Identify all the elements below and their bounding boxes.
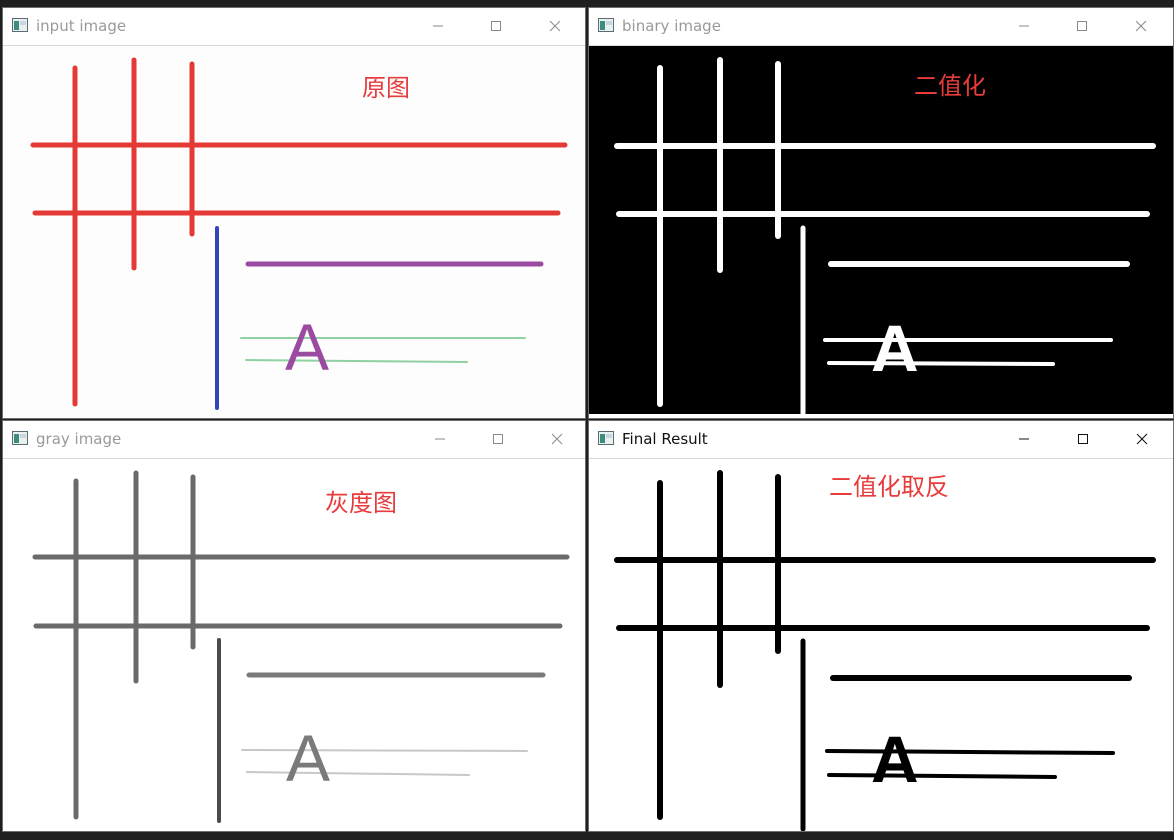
maximize-button[interactable] xyxy=(1059,8,1105,44)
app-icon xyxy=(12,18,28,32)
window-title: binary image xyxy=(622,17,721,35)
window-binary-image[interactable]: binary image A 二值化 xyxy=(588,7,1174,419)
window-title: Final Result xyxy=(622,430,708,448)
app-icon xyxy=(598,18,614,32)
titlebar[interactable]: input image xyxy=(3,8,585,46)
final-letter-glyph: A xyxy=(871,722,919,796)
final-result-drawing: A xyxy=(614,470,1156,831)
app-icon xyxy=(598,431,614,445)
image-canvas: A 灰度图 xyxy=(3,459,585,831)
window-title: input image xyxy=(36,17,127,35)
maximize-button[interactable] xyxy=(1060,421,1106,457)
minimize-icon xyxy=(1019,438,1029,440)
annotation-label: 二值化取反 xyxy=(829,473,949,501)
close-icon xyxy=(551,433,563,445)
maximize-icon xyxy=(1077,21,1087,31)
titlebar[interactable]: binary image xyxy=(589,8,1173,46)
maximize-icon xyxy=(491,21,501,31)
minimize-button[interactable] xyxy=(1001,8,1047,44)
minimize-icon xyxy=(435,438,445,440)
image-canvas: A 二值化 xyxy=(589,46,1173,418)
minimize-button[interactable] xyxy=(417,421,463,457)
close-button[interactable] xyxy=(532,8,578,44)
close-button[interactable] xyxy=(1118,8,1164,44)
image-canvas: A 原图 xyxy=(3,46,585,418)
close-icon xyxy=(1135,20,1147,32)
binary-image-drawing: A xyxy=(589,57,1173,418)
gray-letter-glyph: A xyxy=(286,721,330,795)
close-button[interactable] xyxy=(1119,421,1165,457)
minimize-icon xyxy=(433,25,443,27)
minimize-button[interactable] xyxy=(415,8,461,44)
binary-letter-glyph: A xyxy=(871,311,919,385)
window-final-result[interactable]: Final Result A 二值化取反 xyxy=(588,420,1174,832)
maximize-button[interactable] xyxy=(475,421,521,457)
close-button[interactable] xyxy=(534,421,580,457)
maximize-icon xyxy=(493,434,503,444)
app-icon xyxy=(12,431,28,445)
maximize-icon xyxy=(1078,434,1088,444)
image-canvas: A 二值化取反 xyxy=(589,459,1173,831)
annotation-label: 原图 xyxy=(362,74,410,102)
gray-image-drawing: A xyxy=(32,470,570,823)
input-image-drawing: A xyxy=(30,57,568,410)
annotation-label: 二值化 xyxy=(914,72,986,100)
input-letter-glyph: A xyxy=(285,310,329,384)
desktop: input image A 原图 binary image A 二值化 gray… xyxy=(0,0,1174,840)
close-icon xyxy=(1136,433,1148,445)
titlebar[interactable]: gray image xyxy=(3,421,585,459)
maximize-button[interactable] xyxy=(473,8,519,44)
titlebar[interactable]: Final Result xyxy=(589,421,1173,459)
window-input-image[interactable]: input image A 原图 xyxy=(2,7,586,419)
window-title: gray image xyxy=(36,430,122,448)
minimize-icon xyxy=(1019,25,1029,27)
window-gray-image[interactable]: gray image A 灰度图 xyxy=(2,420,586,832)
annotation-label: 灰度图 xyxy=(325,489,397,517)
close-icon xyxy=(549,20,561,32)
minimize-button[interactable] xyxy=(1001,421,1047,457)
